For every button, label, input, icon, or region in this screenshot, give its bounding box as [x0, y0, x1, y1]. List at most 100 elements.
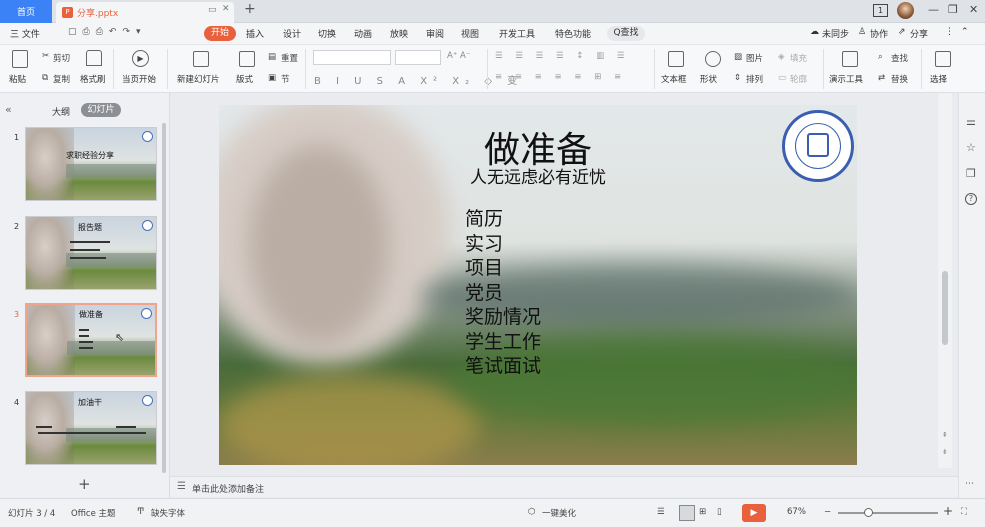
text-box-button[interactable]: 文本框	[661, 73, 687, 85]
font-size-select[interactable]	[395, 50, 441, 65]
tab-animation[interactable]: 动画	[354, 27, 372, 40]
section-button[interactable]: 节	[281, 73, 290, 85]
shape-button[interactable]: 形状	[700, 73, 717, 85]
slide-thumbnail-4[interactable]: 加油干	[25, 391, 157, 465]
beautify-button[interactable]: 一键美化	[542, 507, 576, 519]
font-family-select[interactable]	[313, 50, 391, 65]
layout-button[interactable]: 版式	[236, 73, 253, 85]
document-tab[interactable]: P 分享.pptx ▭ ✕	[56, 2, 234, 23]
reset-icon[interactable]: ▤	[268, 52, 276, 62]
maximize-icon[interactable]: ❐	[948, 3, 958, 16]
zoom-in-button[interactable]: +	[943, 504, 953, 518]
notes-bar[interactable]: ☰ 单击此处添加备注	[170, 476, 958, 497]
transition-icon[interactable]: ❒	[966, 167, 976, 180]
copy-button[interactable]: 复制	[53, 73, 70, 85]
minimize-icon[interactable]: —	[928, 3, 939, 16]
cut-button[interactable]: 剪切	[53, 52, 70, 64]
normal-view-icon[interactable]	[679, 505, 695, 521]
format-painter-icon[interactable]	[86, 50, 102, 66]
animation-icon[interactable]: ☆	[966, 141, 976, 154]
tab-developer[interactable]: 开发工具	[499, 27, 535, 40]
arrange-button[interactable]: 排列	[746, 73, 763, 85]
play-slideshow-button[interactable]: ▶	[742, 504, 766, 522]
align-icons[interactable]: ≡ ≡ ≡ ≡ ≡ ⊞ ≡	[495, 72, 626, 82]
new-slide-button[interactable]: 新建幻灯片	[177, 73, 220, 85]
file-menu[interactable]: 三 文件	[10, 27, 40, 40]
sync-icon[interactable]: ☁	[810, 27, 819, 37]
properties-icon[interactable]: ⚌	[966, 115, 976, 128]
collab-button[interactable]: 协作	[870, 27, 888, 40]
tab-outline[interactable]: 大纲	[52, 105, 70, 118]
find-button[interactable]: 查找	[891, 52, 908, 64]
fill-button[interactable]: 填充	[790, 52, 807, 64]
shape-icon[interactable]	[705, 51, 721, 67]
layout-icon[interactable]	[239, 51, 255, 67]
select-icon[interactable]	[935, 51, 951, 67]
more-icon[interactable]: ⋮	[945, 27, 954, 37]
reading-view-icon[interactable]: ▯	[717, 507, 722, 517]
search-button[interactable]: Q查找	[607, 26, 645, 41]
scrollbar-thumb[interactable]	[942, 271, 948, 345]
tab-insert[interactable]: 插入	[246, 27, 264, 40]
sorter-view-icon[interactable]: ⊞	[699, 507, 706, 517]
present-tools-icon[interactable]	[842, 51, 858, 67]
more-options-icon[interactable]: ⋯	[965, 479, 974, 489]
close-window-icon[interactable]: ✕	[969, 3, 978, 16]
zoom-level[interactable]: 67%	[787, 507, 806, 517]
slide-thumbnail-3[interactable]: 做准备 ⇖	[25, 303, 157, 377]
tab-start[interactable]: 开始	[204, 26, 236, 41]
fill-icon[interactable]: ◈	[778, 52, 785, 62]
editor-vertical-scrollbar[interactable]: ⇞ ⇟	[938, 93, 952, 468]
copy-icon[interactable]: ⧉	[42, 73, 48, 83]
restore-tab-icon[interactable]: ▭	[208, 5, 217, 15]
notes-toggle-icon[interactable]: ☰	[657, 507, 665, 517]
zoom-out-button[interactable]: −	[824, 507, 831, 517]
tab-review[interactable]: 审阅	[426, 27, 444, 40]
slide-thumbnail-1[interactable]: 求职经验分享	[25, 127, 157, 201]
reset-button[interactable]: 重置	[281, 52, 298, 64]
tab-transition[interactable]: 切换	[318, 27, 336, 40]
play-from-current-button[interactable]: 当页开始	[122, 73, 156, 85]
slide-canvas[interactable]: 做准备 人无远虑必有近忧 简历 实习 项目 党员 奖励情况 学生工作 笔试面试	[219, 105, 857, 465]
tab-slides[interactable]: 幻灯片	[81, 103, 121, 117]
tab-design[interactable]: 设计	[283, 27, 301, 40]
user-avatar[interactable]	[897, 2, 914, 19]
next-slide-icon[interactable]: ⇟	[942, 448, 948, 456]
paste-icon[interactable]	[12, 50, 28, 68]
fit-window-icon[interactable]: ⛶	[961, 507, 967, 517]
find-icon[interactable]: ⌕	[878, 52, 883, 62]
replace-icon[interactable]: ⇄	[878, 73, 885, 83]
prev-slide-icon[interactable]: ⇞	[942, 431, 948, 439]
arrange-icon[interactable]: ⇕	[734, 73, 741, 83]
present-tools-button[interactable]: 演示工具	[829, 73, 863, 85]
theme-name[interactable]: Office 主题	[71, 507, 116, 519]
collapse-ribbon-icon[interactable]: ⌃	[961, 27, 969, 37]
outline-button[interactable]: 轮廓	[790, 73, 807, 85]
section-icon[interactable]: ▣	[268, 73, 276, 83]
text-box-icon[interactable]	[668, 51, 684, 67]
paste-button[interactable]: 粘贴	[9, 73, 26, 85]
select-button[interactable]: 选择	[930, 73, 947, 85]
zoom-slider-thumb[interactable]	[864, 508, 873, 517]
image-button[interactable]: 图片	[746, 52, 763, 64]
list-icons[interactable]: ☰ ☰ ☰ ☰ ↕ ▥ ☰	[495, 51, 629, 61]
missing-font-button[interactable]: 缺失字体	[151, 507, 185, 519]
tab-slideshow[interactable]: 放映	[390, 27, 408, 40]
add-slide-button[interactable]: +	[78, 475, 91, 493]
thumbnail-scrollbar[interactable]	[162, 123, 166, 473]
zoom-slider-track[interactable]	[838, 512, 938, 514]
new-slide-icon[interactable]	[193, 51, 209, 67]
unsynced-status[interactable]: 未同步	[822, 27, 849, 40]
quick-access-icons[interactable]: ▢⎙⎙↶↷▾	[68, 27, 147, 37]
format-painter-button[interactable]: 格式刷	[80, 73, 106, 85]
outline-icon[interactable]: ▭	[778, 73, 786, 83]
help-icon[interactable]: ?	[965, 193, 977, 205]
collapse-panel-icon[interactable]: «	[5, 103, 12, 116]
new-tab-button[interactable]: +	[244, 1, 256, 17]
notes-placeholder[interactable]: 单击此处添加备注	[192, 482, 264, 495]
slide-thumbnail-2[interactable]: 报告题	[25, 216, 157, 290]
close-tab-icon[interactable]: ✕	[222, 4, 230, 14]
image-icon[interactable]: ▨	[734, 52, 742, 62]
home-tab[interactable]: 首页	[0, 0, 52, 23]
share-button[interactable]: 分享	[910, 27, 928, 40]
